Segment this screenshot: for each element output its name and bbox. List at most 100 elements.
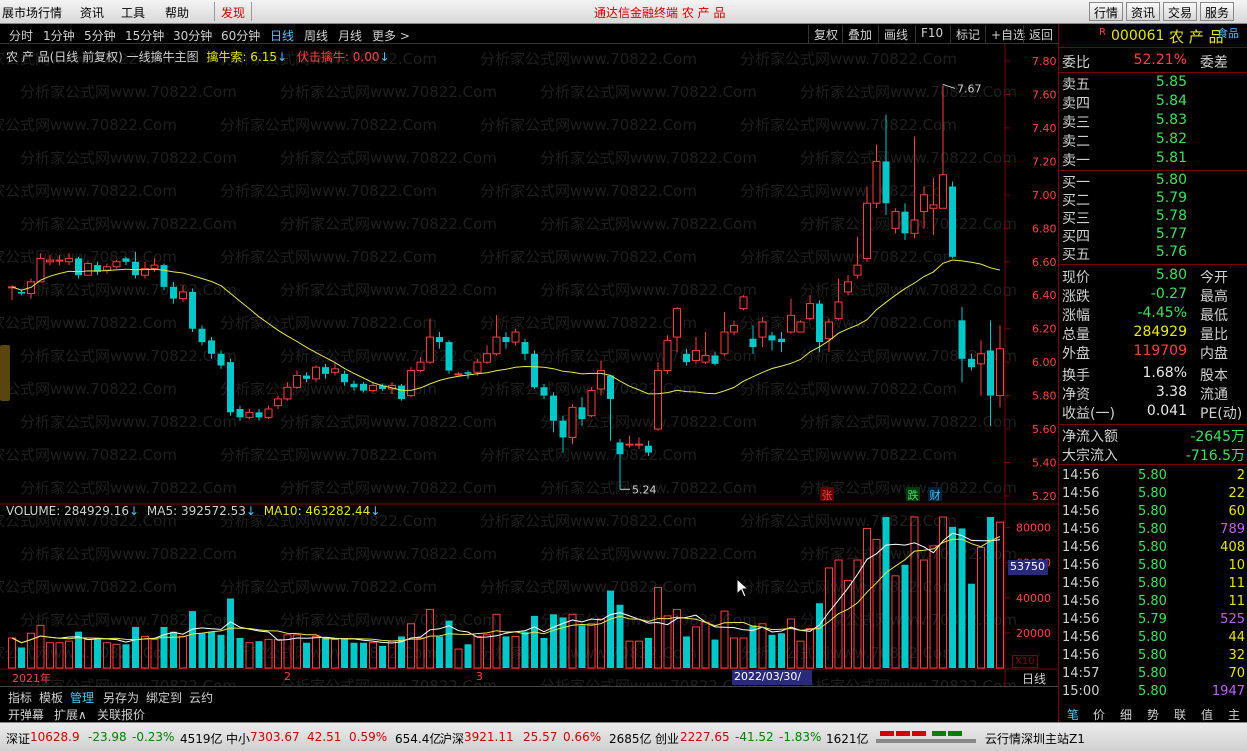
btn-service[interactable]: 服务 <box>1200 2 1235 21</box>
price-tick-label: 5.60 <box>1032 423 1057 436</box>
watermark-text: 分析家公式网www.70822.Com <box>740 248 957 266</box>
candle <box>236 405 244 421</box>
volume-bar <box>768 634 776 668</box>
stock-sector[interactable]: 食品 <box>1217 25 1239 41</box>
stat-row: 现价 5.80 今开 <box>1062 267 1228 286</box>
marker-cai[interactable]: 财 <box>928 487 942 502</box>
candle <box>454 372 463 376</box>
period-15min[interactable]: 15分钟 <box>125 27 164 44</box>
volume-bar <box>122 644 130 668</box>
menu-news[interactable]: 资讯 <box>80 4 104 21</box>
watermark-text: 分析家公式网www.70822.Com <box>740 314 957 332</box>
tab-save-as[interactable]: 另存为 <box>103 689 139 706</box>
volume-bar <box>683 636 690 668</box>
period-60min[interactable]: 60分钟 <box>221 27 260 44</box>
candle <box>806 295 814 321</box>
tab-bind[interactable]: 绑定到 <box>146 689 182 706</box>
tab-jia[interactable]: 价 <box>1093 706 1105 723</box>
volume-bar <box>189 611 196 668</box>
volume-bar <box>236 637 244 668</box>
watermark-text: 分析家公式网www.70822.Com <box>280 545 497 563</box>
price-tick-label: 5.20 <box>1032 490 1057 503</box>
menu-help[interactable]: 帮助 <box>165 4 189 21</box>
period-30min[interactable]: 30分钟 <box>173 27 212 44</box>
volume-bar <box>531 615 538 668</box>
period-indicator: 日线 <box>1022 672 1047 686</box>
btn-mark[interactable]: 标记 <box>950 25 985 43</box>
period-fenshi[interactable]: 分时 <box>9 27 33 44</box>
mouse-cursor-icon <box>736 578 750 598</box>
candle <box>502 332 510 349</box>
tab-shi[interactable]: 势 <box>1147 706 1159 723</box>
watermark-text: 分析家公式网www.70822.Com <box>540 83 757 101</box>
period-weekly[interactable]: 周线 <box>304 27 328 44</box>
period-daily[interactable]: 日线 <box>270 27 294 44</box>
tab-expand[interactable]: 扩展∧ <box>54 706 87 723</box>
candle <box>84 261 92 276</box>
watermark-text: 分析家公式网www.70822.Com <box>740 512 957 530</box>
x-label-2021: 2021年 <box>12 672 51 685</box>
btn-back[interactable]: 返回 <box>1023 25 1058 43</box>
volume-bar <box>521 631 529 668</box>
tab-manage[interactable]: 管理 <box>70 689 94 706</box>
btn-draw[interactable]: 画线 <box>878 25 913 43</box>
btn-fuquan[interactable]: 复权 <box>808 25 843 43</box>
marker-die[interactable]: 跌 <box>906 487 920 502</box>
btn-info[interactable]: 资讯 <box>1126 2 1161 21</box>
volume-tick-label: 80000 <box>1016 522 1051 535</box>
volume-bar <box>132 626 139 668</box>
indicator-fuji: 伏击擒牛: 0.00 <box>296 50 380 64</box>
volume-bar <box>179 635 187 669</box>
tab-danmaku[interactable]: 开弹幕 <box>8 706 44 723</box>
server-status[interactable]: 云行情深圳主站Z1 <box>985 730 1085 747</box>
tab-related-quotes[interactable]: 关联报价 <box>97 706 145 723</box>
btn-quotes[interactable]: 行情 <box>1089 2 1124 21</box>
tab-cloud[interactable]: 云约 <box>189 689 213 706</box>
volume-bar <box>701 621 710 669</box>
tick-row: 14:56 5.80 44 <box>1062 630 1245 645</box>
watermark-text: 分析家公式网www.70822.Com <box>540 149 757 167</box>
tick-row: 15:00 5.80 1947 <box>1062 684 1245 699</box>
btn-trade[interactable]: 交易 <box>1163 2 1198 21</box>
volume-bar <box>977 546 985 669</box>
watermark-text: 分析家公式网www.70822.Com <box>220 116 437 134</box>
watermark-text: 分析家公式网www.70822.Com <box>0 578 177 596</box>
period-5min[interactable]: 5分钟 <box>84 27 116 44</box>
candle <box>796 320 805 333</box>
menu-discover[interactable]: 发现 <box>221 4 245 21</box>
candle <box>692 337 700 364</box>
candle <box>663 335 672 374</box>
tab-zhu[interactable]: 主 <box>1228 706 1240 723</box>
chart-title: 农 产 品(日线 前复权) 一线擒牛主图 <box>6 50 199 64</box>
period-1min[interactable]: 1分钟 <box>43 27 75 44</box>
watermark-text: 分析家公式网www.70822.Com <box>280 83 497 101</box>
volume-bar <box>540 637 548 668</box>
tab-indicator[interactable]: 指标 <box>8 689 32 706</box>
tab-zhi[interactable]: 值 <box>1201 706 1213 723</box>
period-monthly[interactable]: 月线 <box>338 27 362 44</box>
flow-row: 大宗流入 -716.5万 <box>1062 448 1245 464</box>
tab-lian[interactable]: 联 <box>1174 706 1186 723</box>
menu-market[interactable]: 展市场行情 <box>2 4 62 21</box>
tab-template[interactable]: 模板 <box>39 689 63 706</box>
weibi-value: 52.21% <box>1133 52 1187 68</box>
btn-f10[interactable]: F10 <box>915 25 948 43</box>
kline-chart[interactable]: 分析家公式网www.70822.Com 分析家公式网www.70822.Com 分析… <box>0 44 1058 686</box>
tab-bi[interactable]: 笔 <box>1067 706 1079 723</box>
watermark-text: 分析家公式网www.70822.Com <box>20 677 237 686</box>
btn-overlay[interactable]: 叠加 <box>842 25 877 43</box>
candle <box>787 298 795 334</box>
candle <box>939 84 947 209</box>
menu-tools[interactable]: 工具 <box>121 4 145 21</box>
price-tick-label: 6.60 <box>1032 256 1057 269</box>
volume-bar <box>550 614 557 668</box>
period-more[interactable]: 更多 > <box>372 27 410 44</box>
tab-xi[interactable]: 细 <box>1120 706 1132 723</box>
left-collapse-handle[interactable] <box>0 345 10 401</box>
marker-zhang[interactable]: 张 <box>820 487 834 502</box>
watermark-text: 分析家公式网www.70822.Com <box>220 446 437 464</box>
volume-bar <box>578 625 586 668</box>
tick-row: 14:56 5.79 525 <box>1062 612 1245 627</box>
watermark-text: 分析家公式网www.70822.Com <box>480 314 697 332</box>
volume-bar <box>160 626 168 668</box>
